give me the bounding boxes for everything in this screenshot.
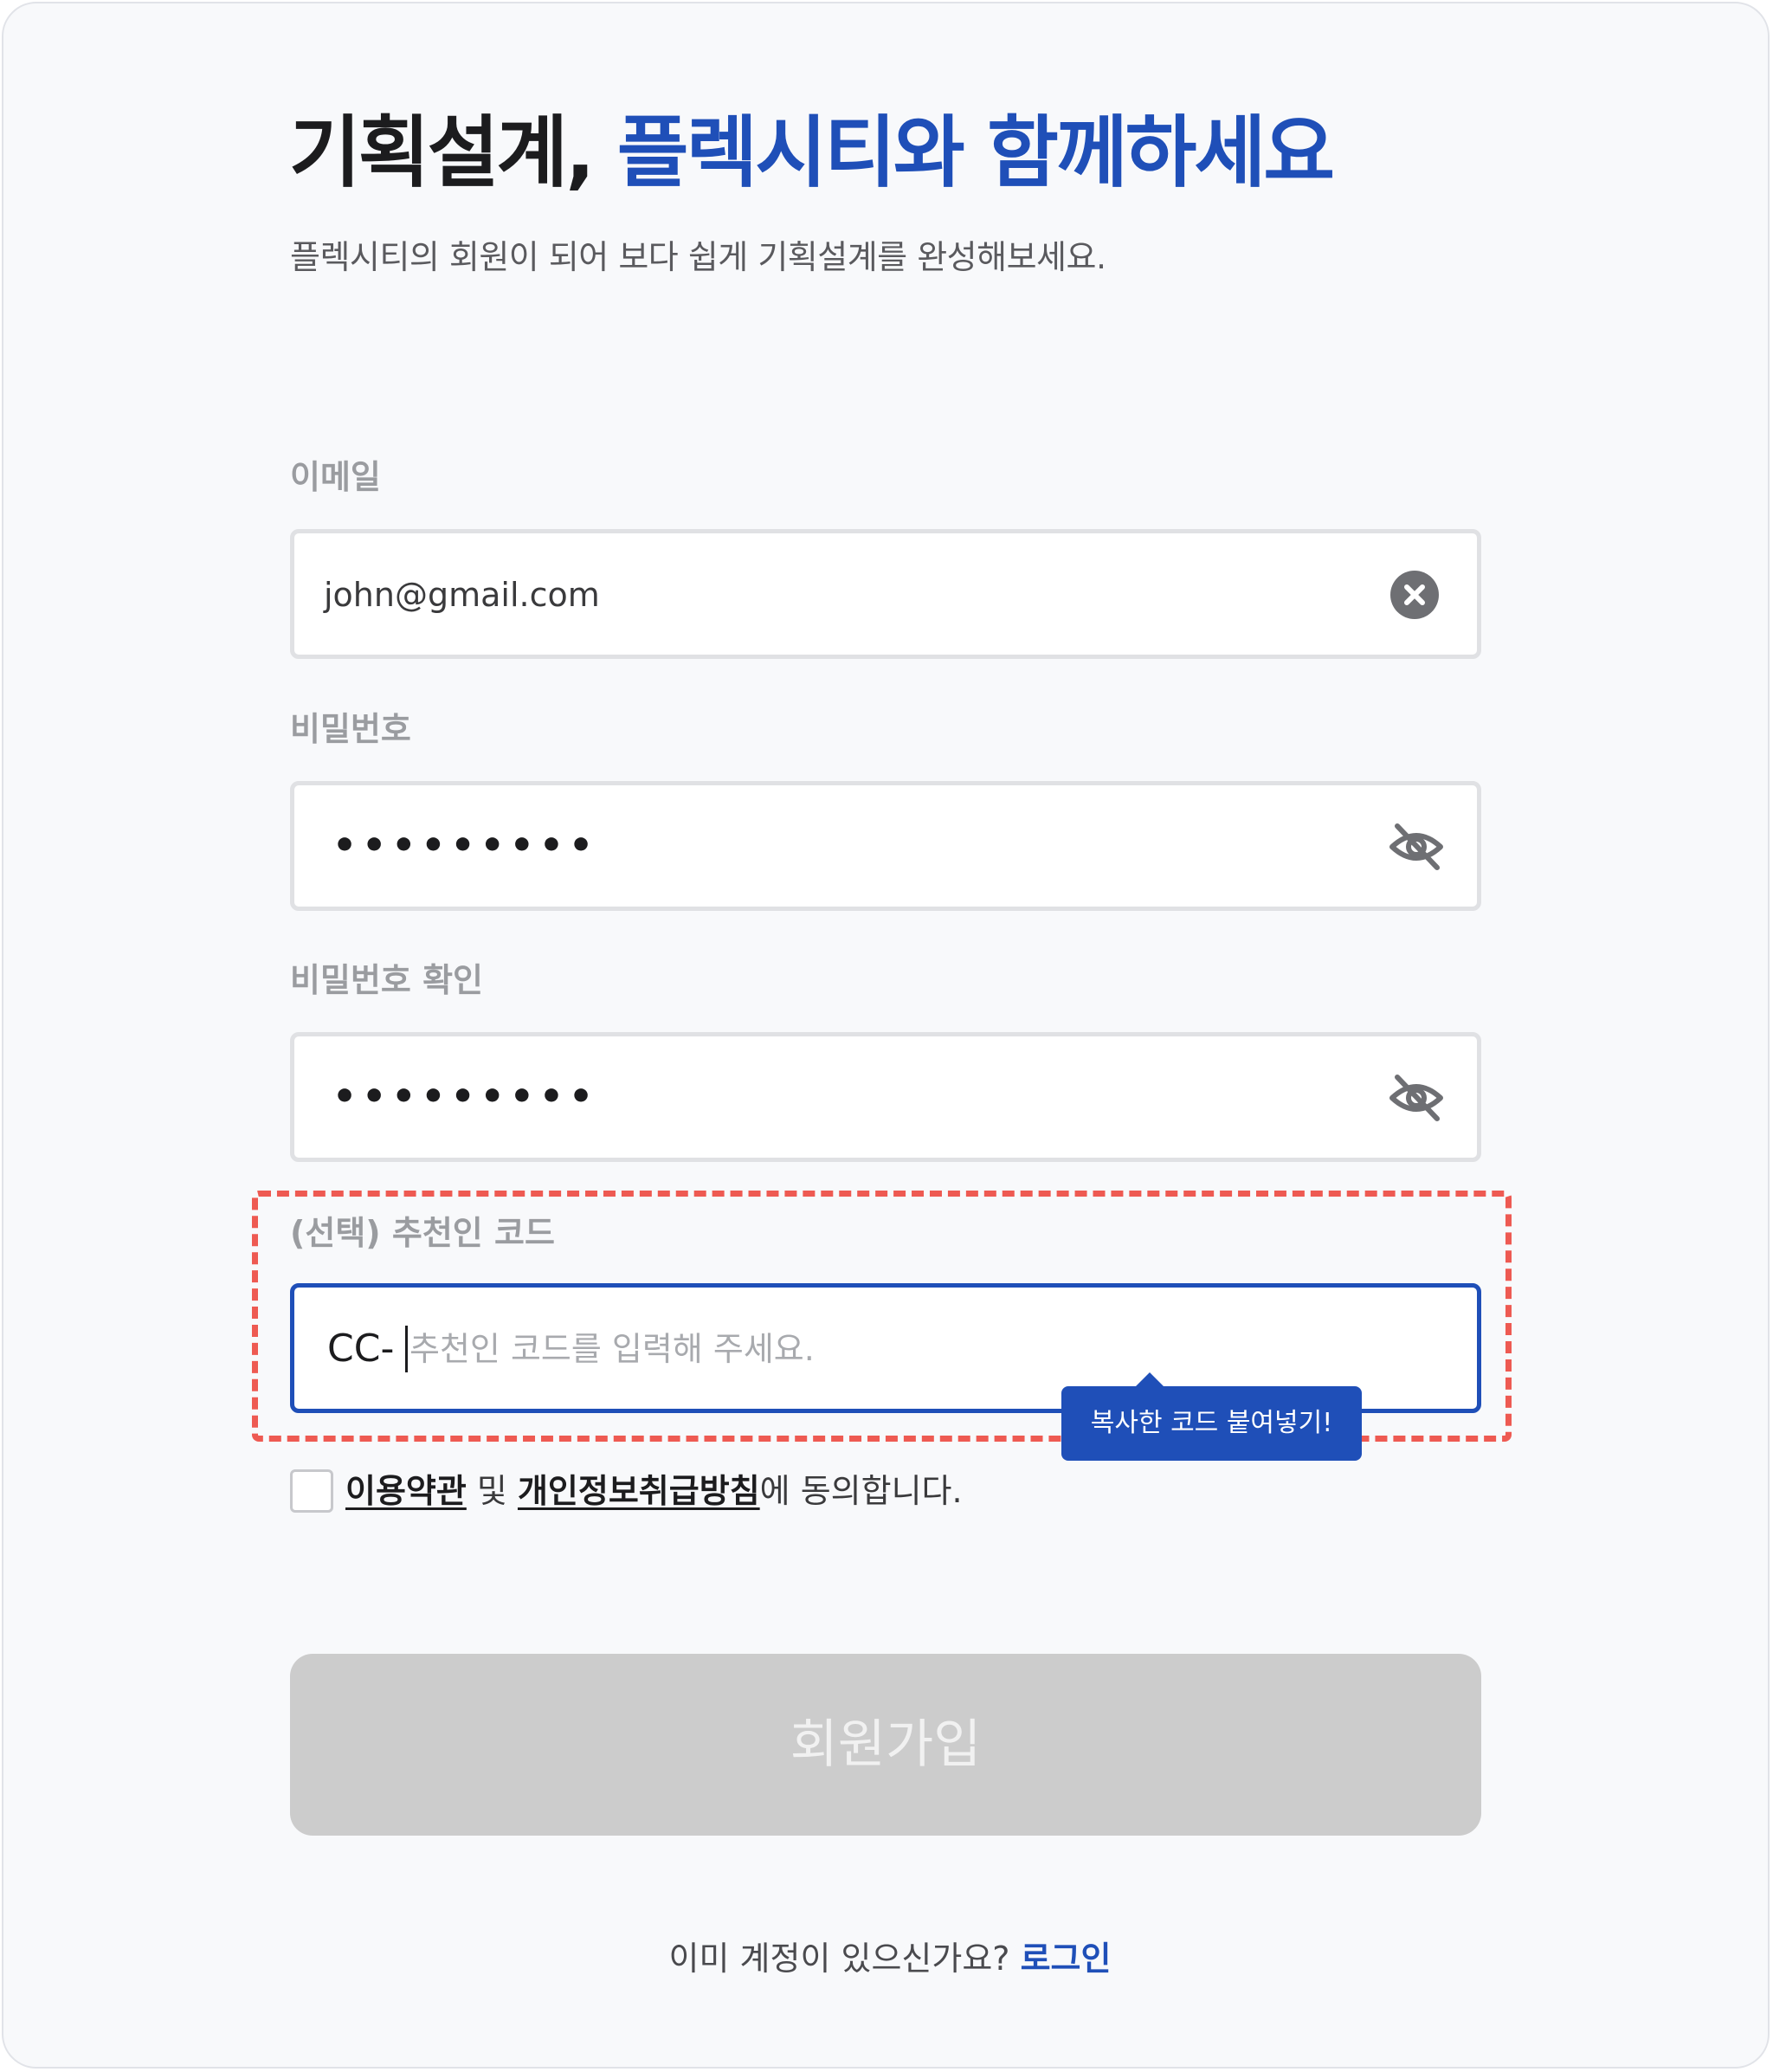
page-subtitle: 플렉시티의 회원이 되어 보다 쉽게 기획설계를 완성해보세요. [290, 238, 1106, 276]
password-field[interactable]: ••••••••• [290, 781, 1481, 911]
eye-off-icon[interactable] [1389, 1072, 1444, 1124]
eye-off-icon[interactable] [1389, 821, 1444, 873]
title-main: 기획설계, [289, 107, 617, 198]
password-label: 비밀번호 [290, 710, 411, 748]
agreement-row: 이용약관 및 개인정보취급방침에 동의합니다. [290, 1467, 963, 1515]
terms-link[interactable]: 이용약관 [345, 1472, 467, 1510]
agreement-suffix: 에 동의합니다. [759, 1472, 963, 1510]
page-title: 기획설계, 플렉시티와 함께하세요 [289, 106, 1335, 201]
signup-button[interactable]: 회원가입 [290, 1654, 1481, 1836]
password-confirm-field[interactable]: ••••••••• [290, 1032, 1481, 1162]
email-label: 이메일 [290, 458, 381, 496]
email-value[interactable]: john@gmail.com [324, 575, 600, 615]
agreement-text: 이용약관 및 개인정보취급방침에 동의합니다. [345, 1469, 963, 1513]
text-caret [405, 1326, 408, 1372]
clear-icon[interactable] [1390, 571, 1439, 619]
referral-label: (선택) 추천인 코드 [290, 1214, 555, 1252]
referral-prefix: CC- [327, 1326, 395, 1371]
agreement-checkbox[interactable] [290, 1469, 333, 1513]
password-masked-value[interactable]: ••••••••• [332, 820, 598, 872]
email-field[interactable]: john@gmail.com [290, 529, 1481, 659]
referral-code-input[interactable] [409, 1326, 1102, 1372]
login-link[interactable]: 로그인 [1021, 1940, 1112, 1978]
clear-x-glyph [1404, 584, 1425, 605]
agreement-conjunction: 및 [466, 1472, 518, 1510]
password-confirm-masked-value[interactable]: ••••••••• [332, 1071, 598, 1123]
title-accent: 플렉시티와 함께하세요 [616, 107, 1335, 198]
password-confirm-label: 비밀번호 확인 [290, 961, 483, 999]
paste-code-tooltip[interactable]: 복사한 코드 붙여넣기! [1061, 1372, 1362, 1461]
login-prompt: 이미 계정이 있으신가요? 로그인 [3, 1934, 1773, 1983]
signup-card: 기획설계, 플렉시티와 함께하세요 플렉시티의 회원이 되어 보다 쉽게 기획설… [2, 2, 1770, 2069]
privacy-policy-link[interactable]: 개인정보취급방침 [518, 1472, 760, 1510]
login-question: 이미 계정이 있으신가요? [668, 1940, 1021, 1978]
